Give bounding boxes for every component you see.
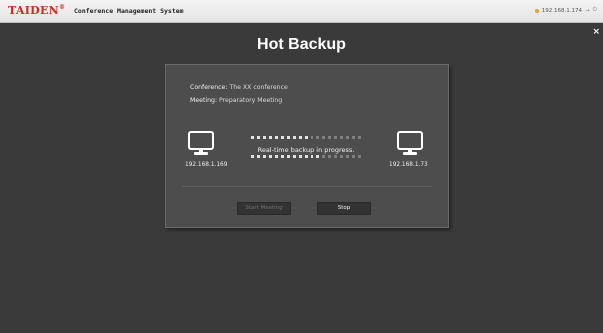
brand-registered-mark: ® (59, 4, 66, 11)
stop-button[interactable]: Stop (317, 202, 371, 215)
target-ip: 192.168.1.73 (389, 162, 428, 168)
power-icon[interactable]: ⏻ (593, 7, 597, 14)
meeting-value: Preparatory Meeting (219, 97, 283, 104)
conference-value: The XX conference (229, 84, 288, 91)
conference-info: Conference: The XX conference (190, 84, 288, 91)
brand-logo: TAIDEN® (8, 4, 65, 17)
page-title: Hot Backup (257, 36, 346, 53)
conference-label: Conference: (190, 84, 228, 91)
hot-backup-dialog: Conference: The XX conference Meeting: P… (165, 64, 449, 228)
status-dot-icon (534, 8, 539, 13)
progress-dots-top (251, 136, 362, 139)
arrow-right-icon[interactable]: → (585, 8, 590, 14)
meeting-info: Meeting: Preparatory Meeting (190, 97, 282, 104)
divider (182, 186, 432, 187)
source-ip: 192.168.1.169 (185, 162, 228, 168)
app-subtitle: Conference Management System (74, 7, 184, 15)
close-icon[interactable]: × (592, 27, 600, 37)
title-bar: TAIDEN® Conference Management System 192… (0, 0, 603, 23)
server-ip: 192.168.1.174 (541, 7, 583, 14)
start-meeting-button[interactable]: Start Meeting (237, 202, 291, 215)
connection-status: 192.168.1.174 → ⏻ (534, 7, 597, 14)
meeting-label: Meeting: (190, 97, 218, 104)
monitor-icon (397, 131, 423, 155)
progress-dots-bottom (251, 155, 362, 158)
brand-name: TAIDEN (8, 4, 60, 17)
